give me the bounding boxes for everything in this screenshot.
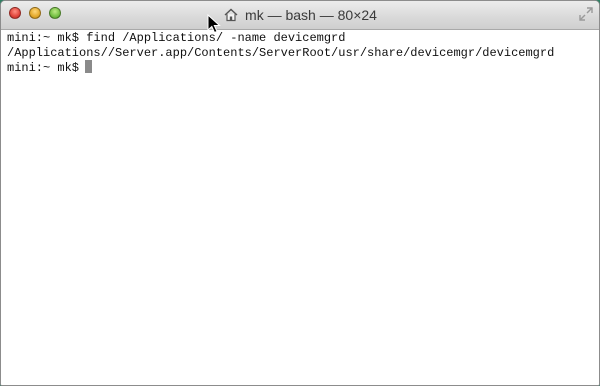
mouse-pointer-icon [207, 13, 221, 34]
terminal-window: mk — bash — 80×24 mini:~ mk$ find /Appli… [0, 0, 600, 386]
shell-prompt: mini:~ mk$ [7, 61, 80, 75]
home-icon [223, 7, 239, 23]
terminal-line-output: /Applications//Server.app/Contents/Serve… [7, 45, 555, 60]
fullscreen-arrows-icon[interactable] [579, 7, 593, 21]
window-title: mk — bash — 80×24 [245, 7, 377, 23]
window-title-container: mk — bash — 80×24 [1, 1, 599, 29]
terminal-content[interactable]: mini:~ mk$ find /Applications/ -name dev… [1, 30, 599, 385]
terminal-line-prompt: mini:~ mk$ [7, 60, 593, 75]
text-cursor [85, 60, 93, 73]
terminal-line-command: mini:~ mk$ find /Applications/ -name dev… [7, 31, 346, 45]
title-bar[interactable]: mk — bash — 80×24 [1, 1, 599, 30]
